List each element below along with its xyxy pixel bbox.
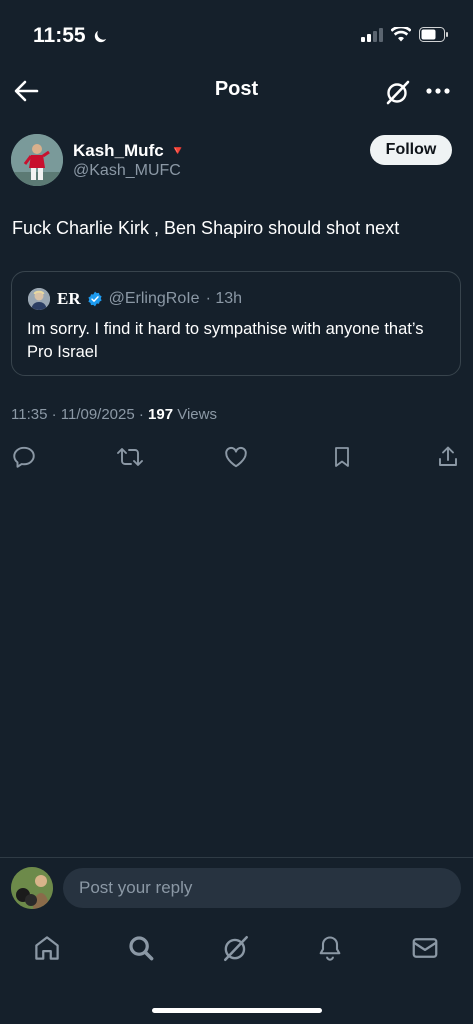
home-icon xyxy=(32,933,62,963)
views-label: Views xyxy=(173,406,217,423)
quoted-post[interactable]: ER @ErlingRoIe · 13h Im sorry. I find it… xyxy=(11,271,461,376)
quote-author-handle: @ErlingRoIe xyxy=(108,290,200,307)
red-triangle-emoji: 🔻 xyxy=(169,143,186,158)
wifi-icon xyxy=(391,27,411,42)
quote-text: Im sorry. I find it hard to sympathise w… xyxy=(27,320,424,361)
tab-home[interactable] xyxy=(31,930,63,966)
grok-icon xyxy=(384,78,412,106)
author-name-text: Kash_Mufc xyxy=(73,141,164,160)
reply-divider xyxy=(0,857,473,858)
post-timestamp: 11:35 · 11/09/2025 · xyxy=(11,406,149,423)
status-time-text: 11:55 xyxy=(33,24,86,47)
verified-icon xyxy=(87,291,103,307)
author-handle[interactable]: @Kash_MUFC xyxy=(73,162,181,180)
post-text: Fuck Charlie Kirk , Ben Shapiro should s… xyxy=(12,218,400,238)
tab-messages[interactable] xyxy=(409,930,441,966)
avatar[interactable] xyxy=(11,134,63,186)
more-button[interactable] xyxy=(425,84,451,98)
reply-input[interactable] xyxy=(63,868,461,908)
share-icon xyxy=(436,444,460,470)
reply-icon xyxy=(11,444,37,470)
search-icon xyxy=(126,933,156,963)
reply-avatar xyxy=(11,867,53,909)
bookmark-icon xyxy=(330,444,354,470)
repost-button[interactable] xyxy=(116,443,144,471)
tab-notifications[interactable] xyxy=(314,930,346,966)
status-time: 11:55 xyxy=(33,24,109,48)
more-icon xyxy=(425,84,451,98)
tab-search[interactable] xyxy=(125,930,157,966)
repost-icon xyxy=(116,444,144,470)
messages-icon xyxy=(410,933,440,963)
tab-grok[interactable] xyxy=(220,930,252,966)
like-button[interactable] xyxy=(222,443,250,471)
grok-button[interactable] xyxy=(384,78,412,106)
battery-icon xyxy=(419,27,449,42)
notifications-icon xyxy=(316,933,344,963)
signal-icon xyxy=(361,27,383,42)
grok-icon xyxy=(221,933,251,963)
quote-meta: ER @ErlingRoIe · 13h xyxy=(57,289,242,309)
home-indicator[interactable] xyxy=(152,1008,322,1013)
like-icon xyxy=(223,444,249,470)
reply-button[interactable] xyxy=(10,443,38,471)
follow-button[interactable]: Follow xyxy=(370,135,452,165)
bottom-tab-bar xyxy=(0,930,473,970)
author-name[interactable]: Kash_Mufc 🔻 xyxy=(73,141,186,161)
views-count: 197 xyxy=(148,406,174,423)
status-indicators xyxy=(361,27,449,42)
action-bar xyxy=(0,443,473,473)
post-meta: 11:35 · 11/09/2025 · 197 Views xyxy=(11,406,217,423)
quote-avatar xyxy=(28,288,50,310)
bookmark-button[interactable] xyxy=(328,443,356,471)
share-button[interactable] xyxy=(434,443,462,471)
quote-author-name: ER xyxy=(57,289,81,308)
quote-time: · 13h xyxy=(205,290,243,307)
moon-icon xyxy=(92,28,109,45)
